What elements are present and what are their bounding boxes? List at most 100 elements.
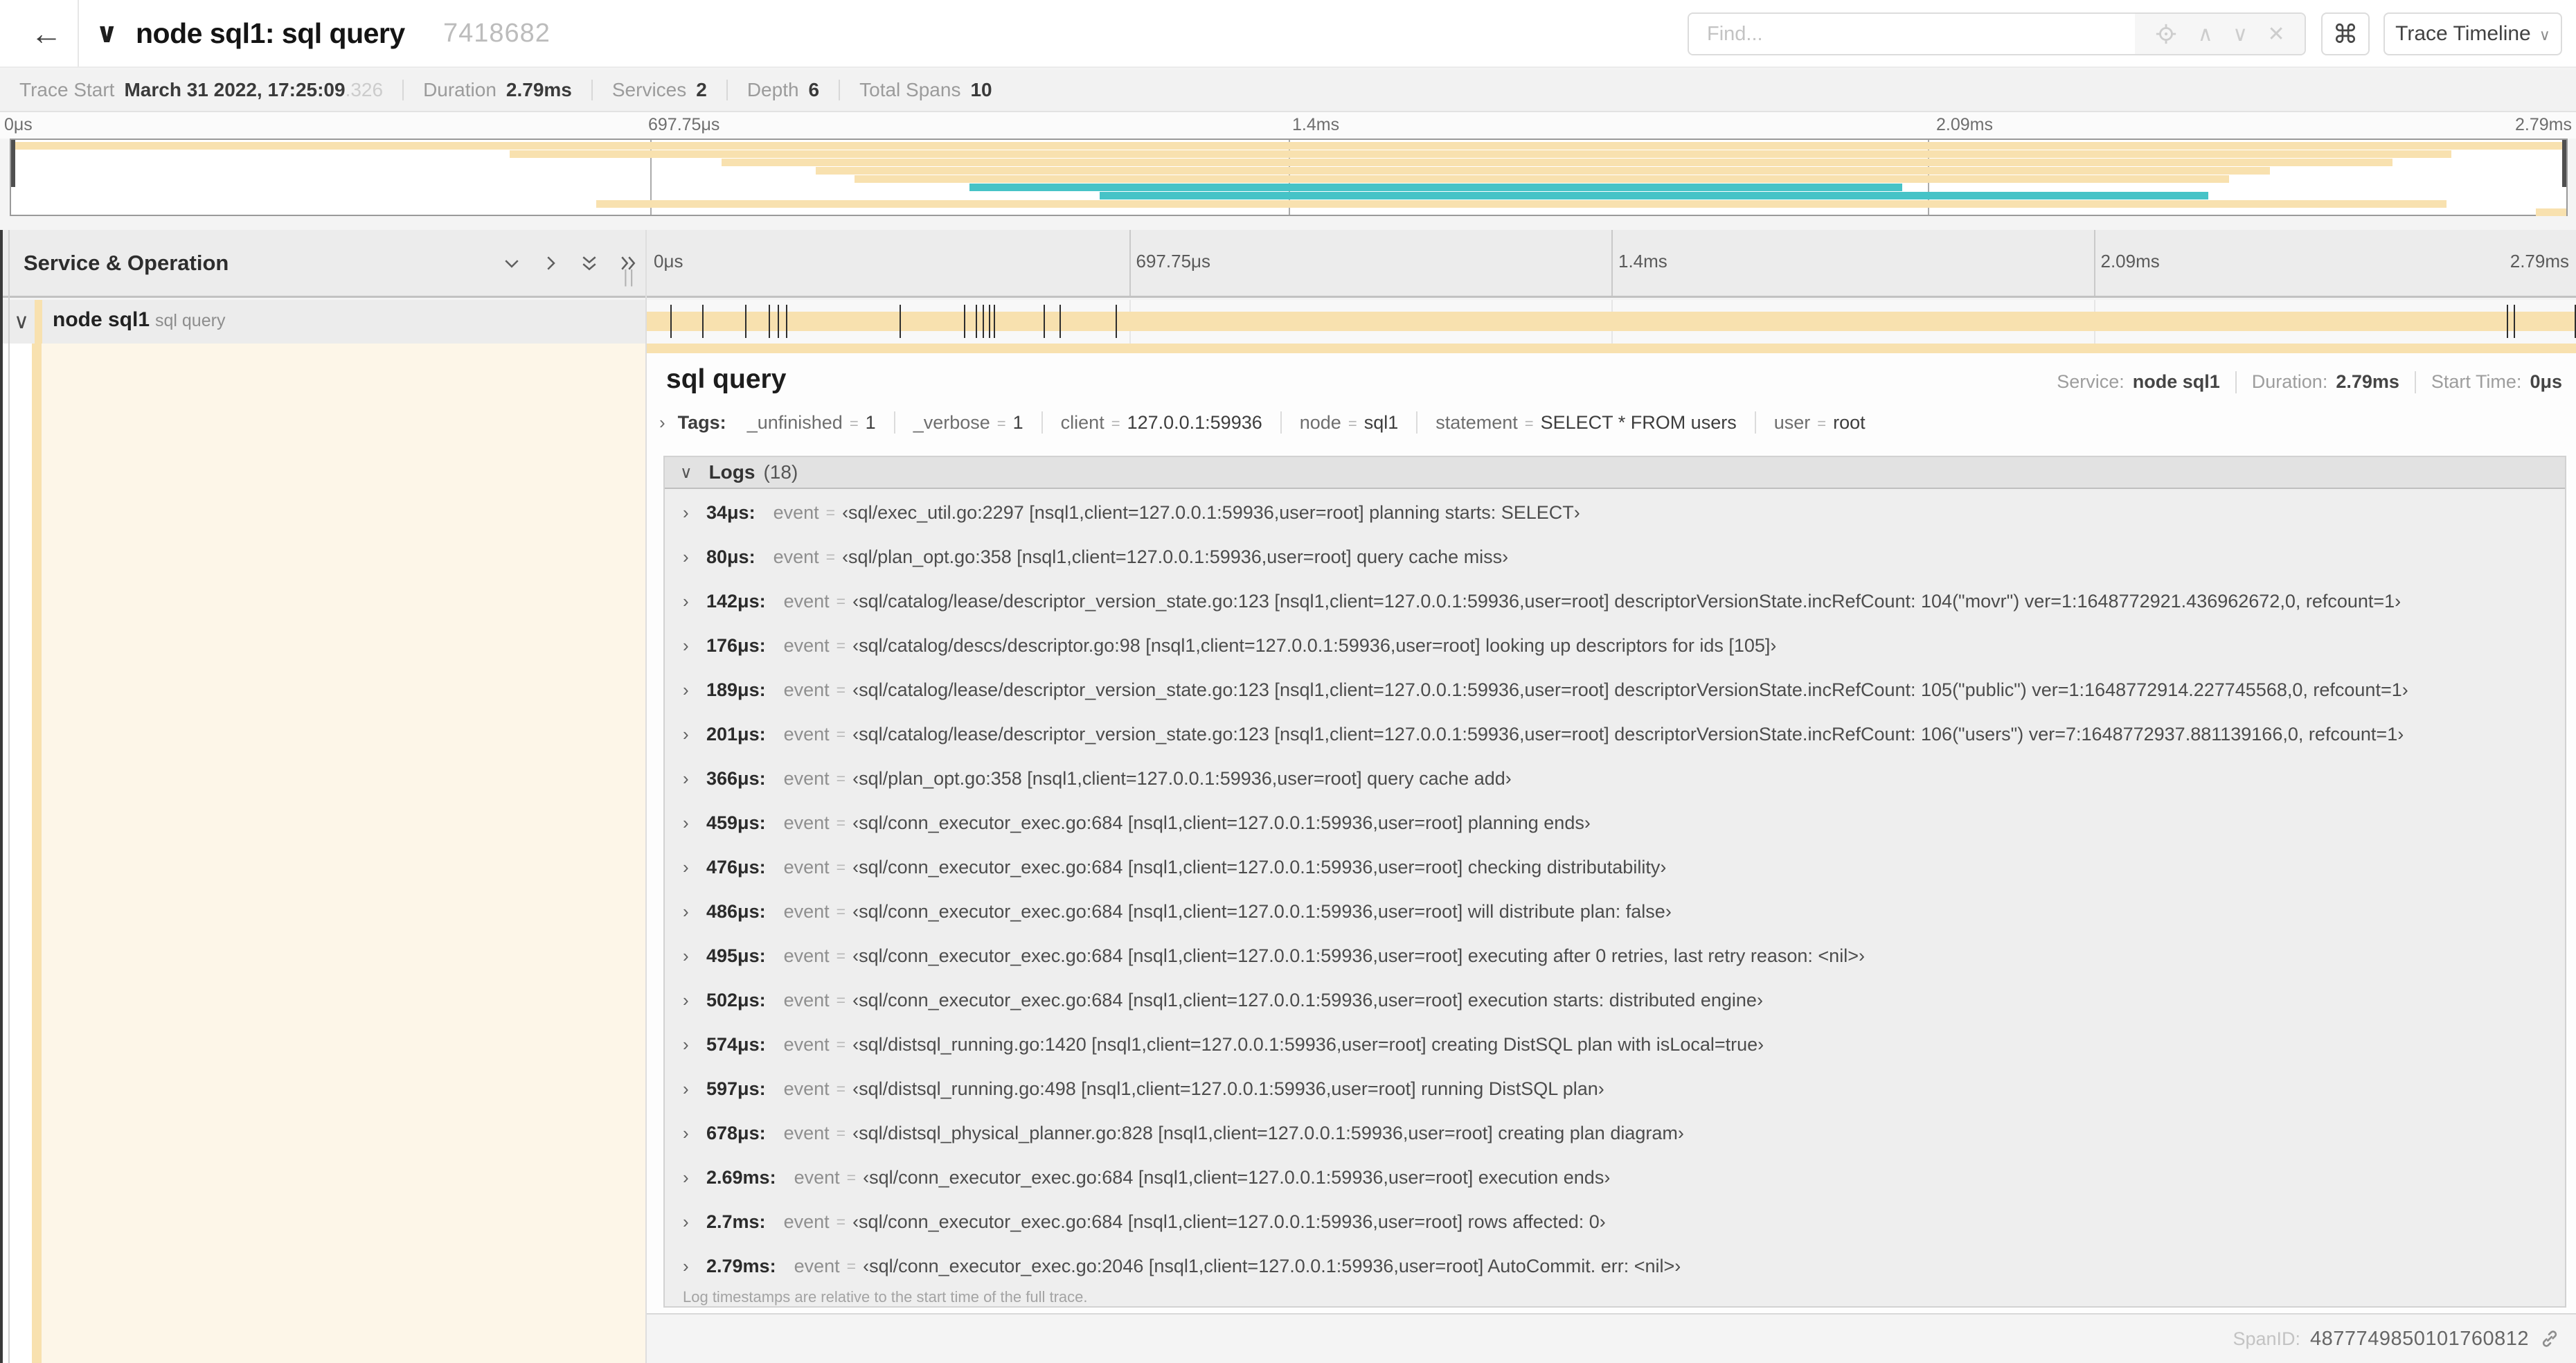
log-event-marker bbox=[785, 305, 787, 338]
logs-header[interactable]: ∨ Logs (18) bbox=[665, 457, 2565, 489]
log-row[interactable]: › 486μs: event = ‹sql/conn_executor_exec… bbox=[665, 889, 2565, 934]
log-timestamp: 142μs: bbox=[706, 590, 766, 612]
tag-equals: = bbox=[1348, 414, 1357, 432]
tick-label: 2.09ms bbox=[1936, 115, 1993, 134]
chevron-right-icon: › bbox=[683, 1211, 689, 1232]
tags-label: Tags: bbox=[677, 411, 726, 433]
span-row-timeline-cell[interactable] bbox=[647, 300, 2576, 344]
left-edge-guide bbox=[8, 230, 10, 344]
log-row[interactable]: › 142μs: event = ‹sql/catalog/lease/desc… bbox=[665, 579, 2565, 623]
close-icon[interactable]: ✕ bbox=[2267, 22, 2284, 46]
minimap-canvas[interactable] bbox=[10, 139, 2568, 216]
locate-icon[interactable] bbox=[2154, 22, 2178, 46]
log-message: ‹sql/distsql_running.go:498 [nsql1,clien… bbox=[852, 1078, 1604, 1099]
summary-separator bbox=[591, 80, 593, 100]
log-row[interactable]: › 476μs: event = ‹sql/conn_executor_exec… bbox=[665, 845, 2565, 889]
log-timestamp: 597μs: bbox=[706, 1078, 766, 1099]
tags-accordion[interactable]: › Tags: _unfinished = 1 _verbose = 1 cli… bbox=[659, 411, 1866, 434]
summary-value: 6 bbox=[808, 79, 820, 100]
log-row[interactable]: › 201μs: event = ‹sql/catalog/lease/desc… bbox=[665, 712, 2565, 756]
panel-divider[interactable] bbox=[645, 230, 647, 1363]
minimap-scrubber-left[interactable] bbox=[11, 140, 15, 187]
log-timestamp: 366μs: bbox=[706, 767, 766, 789]
chevron-right-icon: › bbox=[683, 767, 689, 789]
log-equals: = bbox=[836, 1123, 846, 1142]
log-row[interactable]: › 495μs: event = ‹sql/conn_executor_exec… bbox=[665, 934, 2565, 978]
column-resize-handle[interactable]: || bbox=[623, 266, 636, 287]
chevron-right-icon: › bbox=[683, 812, 689, 833]
log-message: ‹sql/conn_executor_exec.go:684 [nsql1,cl… bbox=[852, 900, 1672, 922]
log-row[interactable]: › 2.7ms: event = ‹sql/conn_executor_exec… bbox=[665, 1200, 2565, 1244]
log-row[interactable]: › 597μs: event = ‹sql/distsql_running.go… bbox=[665, 1067, 2565, 1111]
span-duration-bar[interactable] bbox=[647, 312, 2576, 331]
tick-label: 2.79ms bbox=[2515, 115, 2572, 134]
log-timestamp: 574μs: bbox=[706, 1033, 766, 1055]
tick-label: 0μs bbox=[654, 251, 683, 271]
log-row[interactable]: › 34μs: event = ‹sql/exec_util.go:2297 [… bbox=[665, 490, 2565, 535]
span-detail-meta: Service: node sql1 Duration: 2.79ms Star… bbox=[2057, 371, 2562, 393]
find-group: ∧ ∨ ✕ bbox=[1688, 12, 2306, 55]
log-row[interactable]: › 189μs: event = ‹sql/catalog/lease/desc… bbox=[665, 668, 2565, 712]
log-row[interactable]: › 459μs: event = ‹sql/conn_executor_exec… bbox=[665, 801, 2565, 845]
log-equals: = bbox=[836, 1079, 846, 1098]
chevron-right-icon: › bbox=[683, 1255, 689, 1276]
log-row[interactable]: › 2.79ms: event = ‹sql/conn_executor_exe… bbox=[665, 1244, 2565, 1288]
tick-label: 697.75μs bbox=[1136, 251, 1211, 271]
log-message: ‹sql/conn_executor_exec.go:2046 [nsql1,c… bbox=[863, 1255, 1681, 1276]
chevron-down-icon[interactable]: ∨ bbox=[14, 310, 29, 334]
log-row[interactable]: › 366μs: event = ‹sql/plan_opt.go:358 [n… bbox=[665, 756, 2565, 801]
log-message: ‹sql/catalog/lease/descriptor_version_st… bbox=[852, 723, 2404, 745]
chevron-up-icon[interactable]: ∧ bbox=[2198, 22, 2213, 46]
log-equals: = bbox=[836, 990, 846, 1009]
log-message: ‹sql/exec_util.go:2297 [nsql1,client=127… bbox=[842, 501, 1580, 523]
meta-separator bbox=[2414, 371, 2416, 393]
tag-value: 1 bbox=[865, 411, 876, 433]
log-field-key: event bbox=[783, 723, 830, 745]
log-row[interactable]: › 2.69ms: event = ‹sql/conn_executor_exe… bbox=[665, 1155, 2565, 1200]
log-field-key: event bbox=[783, 1122, 830, 1143]
summary-item: Total Spans 10 bbox=[859, 79, 992, 101]
log-event-marker bbox=[670, 305, 672, 338]
log-row[interactable]: › 678μs: event = ‹sql/distsql_physical_p… bbox=[665, 1111, 2565, 1155]
log-field-key: event bbox=[783, 945, 830, 966]
expand-one-icon[interactable] bbox=[540, 253, 561, 274]
chevron-down-icon[interactable]: ∨ bbox=[2233, 22, 2248, 46]
tick-label: 0μs bbox=[4, 115, 33, 134]
back-icon[interactable]: ← bbox=[15, 0, 78, 66]
collapse-all-icon[interactable] bbox=[579, 253, 600, 274]
log-field-key: event bbox=[773, 501, 819, 523]
log-row[interactable]: › 176μs: event = ‹sql/catalog/descs/desc… bbox=[665, 623, 2565, 668]
log-row[interactable]: › 502μs: event = ‹sql/conn_executor_exec… bbox=[665, 978, 2565, 1022]
collapse-one-icon[interactable] bbox=[501, 253, 522, 274]
collapse-title-icon[interactable]: ∨ bbox=[96, 0, 118, 66]
left-edge-line bbox=[0, 230, 3, 344]
link-icon[interactable] bbox=[2539, 1328, 2561, 1350]
log-row[interactable]: › 574μs: event = ‹sql/distsql_running.go… bbox=[665, 1022, 2565, 1067]
log-equals: = bbox=[846, 1256, 857, 1275]
trace-view-selector[interactable]: Trace Timeline ∨ bbox=[2383, 12, 2562, 55]
tick-label: 1.4ms bbox=[1618, 251, 1667, 271]
log-equals: = bbox=[836, 857, 846, 876]
summary-item: Trace Start March 31 2022, 17:25:09 .326 bbox=[19, 79, 383, 101]
log-message: ‹sql/conn_executor_exec.go:684 [nsql1,cl… bbox=[852, 1211, 1606, 1232]
chevron-right-icon: › bbox=[683, 989, 689, 1010]
minimap-span bbox=[1099, 192, 2209, 199]
chevron-right-icon: › bbox=[683, 590, 689, 612]
find-controls: ∧ ∨ ✕ bbox=[2135, 14, 2305, 54]
meta-value: 0μs bbox=[2530, 371, 2562, 392]
summary-value: 2.79ms bbox=[506, 79, 572, 100]
meta-value: node sql1 bbox=[2132, 371, 2220, 392]
keyboard-shortcuts-button[interactable]: ⌘ bbox=[2321, 12, 2370, 55]
log-field-key: event bbox=[773, 546, 819, 567]
meta-value: 2.79ms bbox=[2336, 371, 2399, 392]
log-event-marker bbox=[768, 305, 770, 338]
find-input[interactable] bbox=[1689, 14, 2135, 54]
span-row-name-cell[interactable]: ∨ node sql1 sql query bbox=[0, 300, 645, 344]
summary-separator bbox=[726, 80, 728, 100]
minimap-scrubber-right[interactable] bbox=[2562, 140, 2566, 187]
log-event-marker bbox=[2507, 305, 2509, 338]
logs-accordion: ∨ Logs (18) › 34μs: event = ‹sql/exec_ut… bbox=[663, 456, 2566, 1308]
log-equals: = bbox=[836, 946, 846, 965]
log-row[interactable]: › 80μs: event = ‹sql/plan_opt.go:358 [ns… bbox=[665, 535, 2565, 579]
log-equals: = bbox=[836, 1035, 846, 1053]
